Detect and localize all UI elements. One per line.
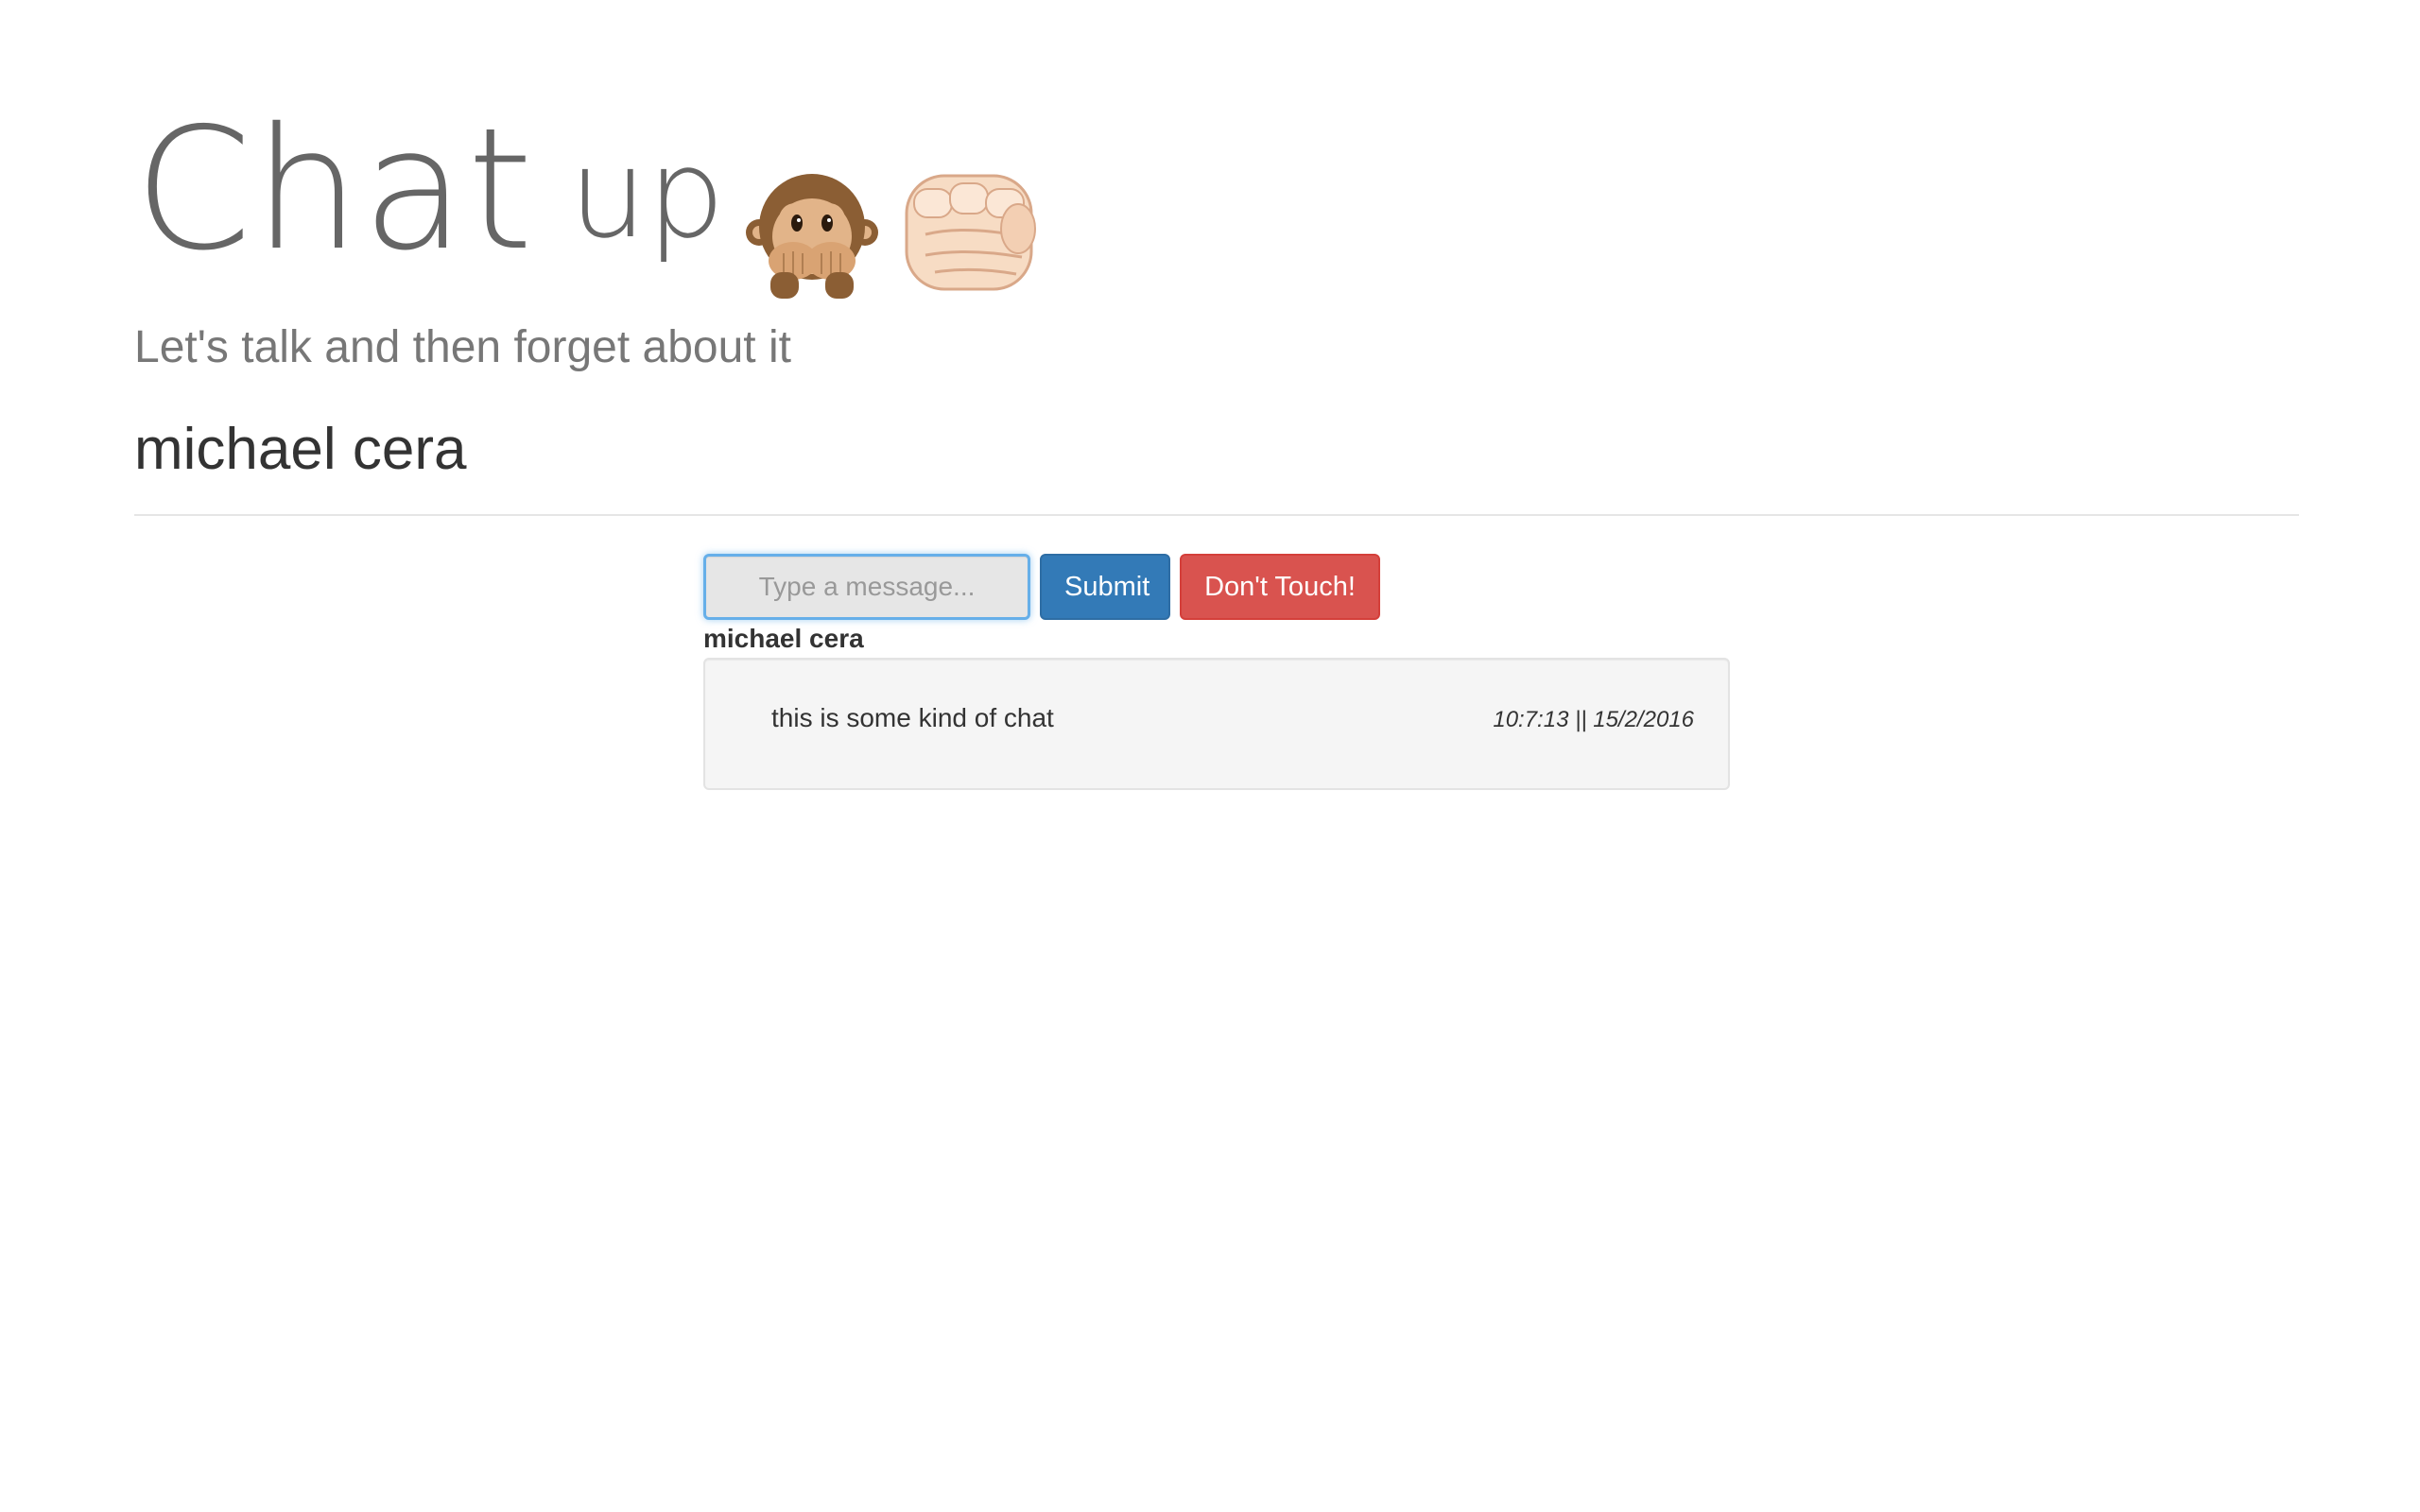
app-header: Chat up bbox=[134, 92, 1048, 299]
message-author: michael cera bbox=[703, 624, 864, 653]
message-composer: Submit Don't Touch! bbox=[703, 554, 1380, 620]
speak-no-evil-monkey-icon bbox=[745, 168, 878, 301]
page-subtitle: Let's talk and then forget about it bbox=[134, 322, 791, 372]
brand-word-up: up bbox=[568, 122, 725, 266]
header-divider bbox=[134, 514, 2299, 516]
chat-message: this is some kind of chat 10:7:13 || 15/… bbox=[703, 658, 1730, 790]
dont-touch-button[interactable]: Don't Touch! bbox=[1180, 554, 1380, 620]
brand-title: Chat up bbox=[134, 92, 1048, 299]
message-input[interactable] bbox=[703, 554, 1030, 620]
message-timestamp: 10:7:13 || 15/2/2016 bbox=[1493, 707, 1694, 732]
submit-button[interactable]: Submit bbox=[1040, 554, 1170, 620]
current-username: michael cera bbox=[134, 417, 467, 482]
message-text: this is some kind of chat bbox=[771, 703, 1054, 732]
brand-word-chat: Chat bbox=[134, 92, 535, 287]
page: Chat up Let's talk and then forget about… bbox=[0, 0, 2420, 1512]
fist-bump-icon bbox=[897, 168, 1048, 301]
